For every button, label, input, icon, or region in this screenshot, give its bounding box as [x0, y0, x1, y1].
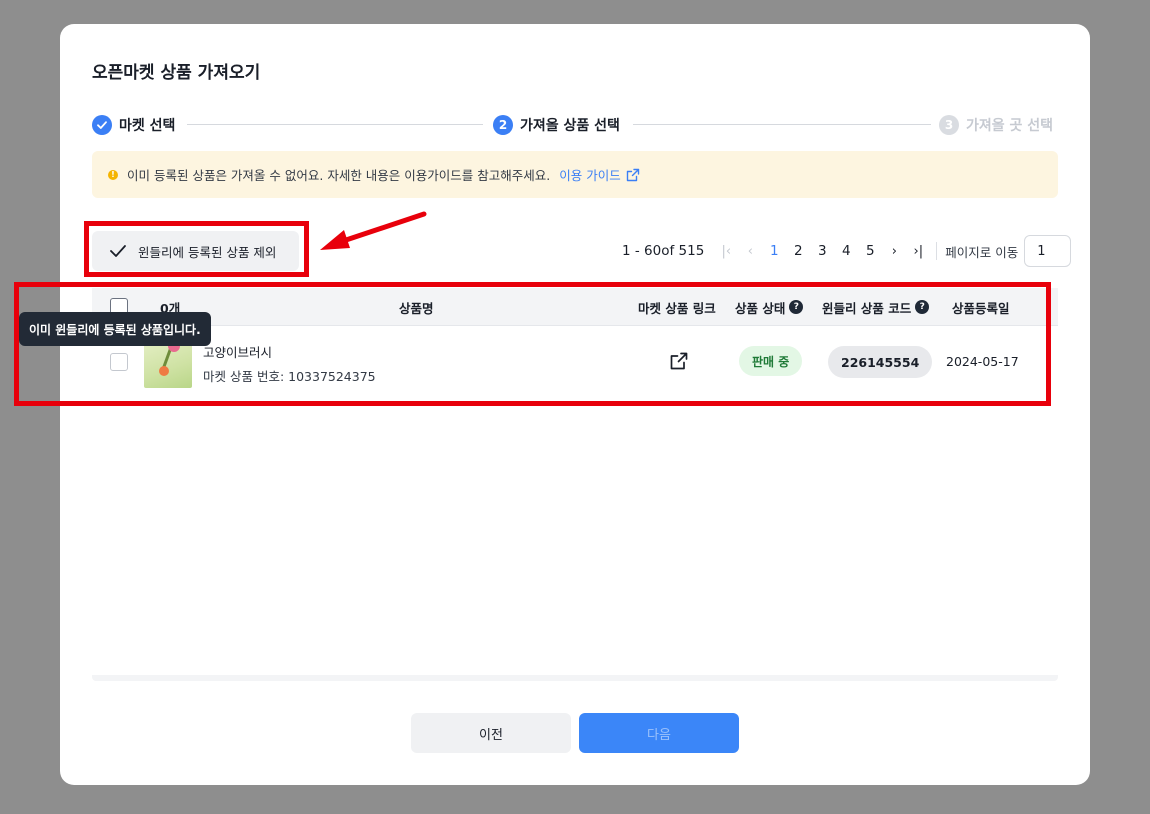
page-button-4[interactable]: 4 [834, 243, 858, 259]
step-divider [187, 124, 483, 125]
guide-link[interactable]: 이용 가이드 [559, 165, 639, 184]
next-button[interactable]: 다음 [579, 713, 739, 753]
goto-page-label: 페이지로 이동 [945, 244, 1019, 260]
step-divider [633, 124, 931, 125]
step-label: 가져올 곳 선택 [966, 118, 1054, 134]
step-destination-select: 3 가져올 곳 선택 [939, 114, 1053, 136]
page-button-2[interactable]: 2 [786, 243, 810, 259]
guide-link-label[interactable]: 이용 가이드 [559, 165, 620, 184]
annotation-box-filter [84, 221, 309, 277]
prev-button[interactable]: 이전 [411, 713, 571, 753]
external-link-icon [626, 168, 639, 181]
last-page-icon[interactable]: ›| [906, 244, 930, 259]
page-button-5[interactable]: 5 [858, 243, 882, 259]
step-label: 마켓 선택 [119, 118, 176, 134]
step-market-select: 마켓 선택 [92, 114, 175, 136]
step-label: 가져올 상품 선택 [520, 118, 620, 134]
page-button-1[interactable]: 1 [762, 243, 786, 259]
warning-icon: ! [108, 169, 118, 180]
notice-banner: ! 이미 등록된 상품은 가져올 수 없어요. 자세한 내용은 이용가이드를 참… [92, 151, 1058, 198]
first-page-icon[interactable]: |‹ [714, 244, 738, 259]
pagination: 1 - 60of 515 |‹ ‹ 1 2 3 4 5 › ›| 페이지로 이동… [622, 235, 1072, 267]
next-page-icon[interactable]: › [882, 244, 906, 259]
annotation-arrow [320, 211, 427, 250]
prev-page-icon[interactable]: ‹ [738, 244, 762, 259]
notice-text: 이미 등록된 상품은 가져올 수 없어요. 자세한 내용은 이용가이드를 참고해… [127, 168, 551, 183]
step-product-select: 2 가져올 상품 선택 [493, 114, 620, 136]
modal-title: 오픈마켓 상품 가져오기 [92, 63, 261, 83]
page-range: 1 - 60of 515 [622, 243, 705, 259]
registered-tooltip: 이미 윈들리에 등록된 상품입니다. [19, 312, 211, 346]
step-number: 3 [939, 115, 959, 135]
page-button-3[interactable]: 3 [810, 243, 834, 259]
table-footer-bar [92, 675, 1058, 681]
goto-page-input[interactable]: 1 [1024, 235, 1072, 267]
check-icon [92, 115, 112, 135]
pager-divider [936, 242, 938, 260]
step-number: 2 [493, 115, 513, 135]
